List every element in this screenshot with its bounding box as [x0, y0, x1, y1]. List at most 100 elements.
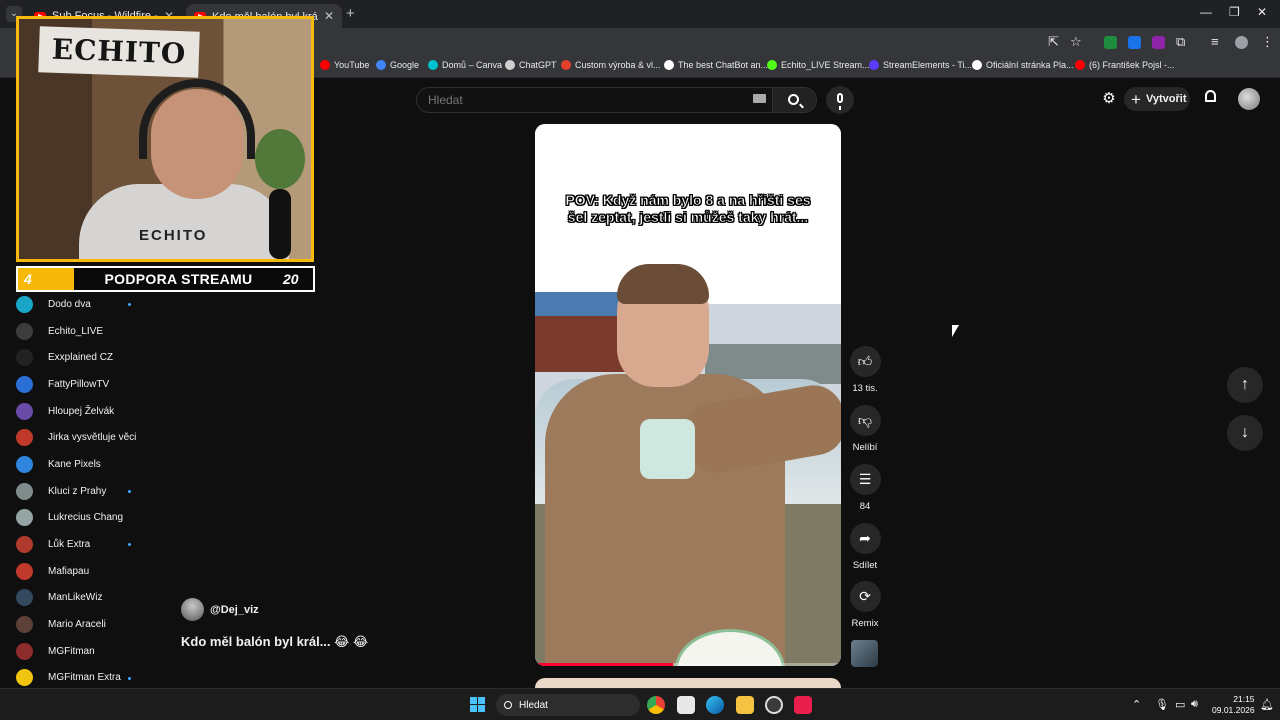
- bookmark-streamelements[interactable]: StreamElements - Ti...: [869, 60, 972, 70]
- new-tab-plus-icon[interactable]: +: [346, 5, 355, 22]
- volume-icon[interactable]: 🔊︎: [1191, 698, 1198, 711]
- sidebar-subscription-item[interactable]: Lukrecius Chang: [14, 505, 154, 532]
- notification-center-icon[interactable]: 🔔︎: [1260, 698, 1274, 711]
- tab-close-icon[interactable]: ✕: [324, 9, 334, 23]
- search-input[interactable]: [417, 88, 772, 112]
- install-app-icon[interactable]: ⇱: [1048, 34, 1059, 50]
- bookmark-star-icon[interactable]: ☆: [1070, 34, 1082, 50]
- bookmark-frantisek-pojsl[interactable]: (6) František Pojsl -...: [1075, 60, 1175, 70]
- sidebar-subscription-item[interactable]: Kluci z Prahy: [14, 478, 154, 505]
- tray-microphone-icon[interactable]: 🎙︎: [1155, 698, 1169, 711]
- sidebar-subscription-item[interactable]: Echito_LIVE: [14, 318, 154, 345]
- subscription-name: Lukrecius Chang: [48, 512, 124, 524]
- extension-translate-icon[interactable]: [1128, 36, 1141, 49]
- bookmark-custom-vyroba[interactable]: Custom výroba & vl...: [561, 60, 661, 70]
- voice-search-button[interactable]: [826, 86, 854, 114]
- minimize-icon[interactable]: —: [1200, 5, 1212, 19]
- short-video-player[interactable]: POV: Když nám bylo 8 a na hřišti ses šel…: [535, 124, 841, 666]
- bookmark-google[interactable]: Google: [376, 60, 419, 70]
- browser-menu-icon[interactable]: ⋮: [1261, 34, 1274, 50]
- notifications-bell-icon[interactable]: [1203, 90, 1219, 106]
- account-avatar[interactable]: [1238, 88, 1260, 110]
- search-input-wrap: [416, 87, 773, 113]
- channel-handle[interactable]: @Dej_viz: [210, 604, 259, 616]
- bookmark-canva[interactable]: Domů – Canva: [428, 60, 502, 70]
- channel-avatar: [16, 402, 33, 420]
- bookmark-label: Custom výroba & vl...: [575, 60, 661, 70]
- bookmark-label: Domů – Canva: [442, 60, 503, 70]
- bookmark-label: Echito_LIVE Stream...: [781, 60, 870, 70]
- share-button[interactable]: ➦ Sdílet: [842, 523, 888, 571]
- extension-purple-icon[interactable]: [1152, 36, 1165, 49]
- support-label: PODPORA STREAMU: [104, 271, 253, 287]
- video-progress-fill: [535, 663, 673, 666]
- file-explorer-icon[interactable]: [736, 696, 754, 714]
- store-app-icon[interactable]: [677, 696, 695, 714]
- sidebar-subscription-item[interactable]: ManLikeWiz: [14, 585, 154, 612]
- sidebar-subscription-item[interactable]: Mafiapau: [14, 558, 154, 585]
- subscription-name: Jirka vysvětluje věci: [48, 432, 137, 444]
- comments-button[interactable]: ☰ 84: [842, 464, 888, 512]
- media-control-icon[interactable]: ≡: [1211, 34, 1219, 49]
- maximize-icon[interactable]: ❐: [1229, 5, 1240, 19]
- new-content-dot: [128, 303, 131, 306]
- mouse-cursor-icon: [952, 325, 959, 337]
- remix-button[interactable]: ⟳ Remix: [842, 581, 888, 629]
- channel-avatar[interactable]: [181, 598, 204, 621]
- windows-start-icon[interactable]: [470, 697, 485, 712]
- tray-chevron-up-icon[interactable]: ⌃: [1132, 698, 1141, 711]
- remix-icon: ⟳: [849, 581, 881, 612]
- sidebar-subscription-item[interactable]: Jirka vysvětluje věci: [14, 424, 154, 451]
- sidebar-subscription-item[interactable]: Exxplained CZ: [14, 344, 154, 371]
- channel-avatar: [16, 509, 33, 527]
- bookmark-chatbot[interactable]: The best ChatBot an...: [664, 60, 768, 70]
- sidebar-subscription-item[interactable]: Lůk Extra: [14, 531, 154, 558]
- thumbs-up-icon: 👍︎: [849, 346, 881, 377]
- chatbot-icon: [664, 60, 674, 70]
- like-button[interactable]: 👍︎ 13 tis.: [842, 346, 888, 394]
- comment-count: 84: [859, 501, 871, 512]
- subscription-name: Lůk Extra: [48, 539, 91, 551]
- keyboard-icon[interactable]: [753, 94, 766, 103]
- system-clock[interactable]: 21:15 09.01.2026: [1212, 694, 1255, 716]
- profile-avatar-icon[interactable]: [1235, 36, 1248, 49]
- sound-thumbnail[interactable]: [851, 640, 878, 667]
- video-progress-bar[interactable]: [535, 663, 841, 666]
- channel-avatar: [16, 616, 33, 634]
- sidebar-subscription-item[interactable]: Mario Araceli: [14, 611, 154, 638]
- like-count: 13 tis.: [852, 383, 878, 394]
- clock-date: 09.01.2026: [1212, 705, 1255, 715]
- previous-short-button[interactable]: ↑: [1227, 367, 1263, 403]
- sidebar-subscription-item[interactable]: Kane Pixels: [14, 451, 154, 478]
- sidebar-subscription-item[interactable]: MGFitman: [14, 638, 154, 665]
- new-content-dot: [128, 676, 131, 680]
- extension-shield-icon[interactable]: [1104, 36, 1117, 49]
- edge-app-icon[interactable]: [706, 696, 724, 714]
- dislike-button[interactable]: 👎︎ Nelíbí: [842, 405, 888, 453]
- settings-gear-icon[interactable]: ⚙: [1101, 91, 1117, 107]
- sidebar-subscription-item[interactable]: Dodo dva: [14, 291, 154, 318]
- extensions-puzzle-icon[interactable]: ⧉: [1176, 34, 1185, 50]
- bookmark-kick[interactable]: Echito_LIVE Stream...: [767, 60, 870, 70]
- plant-decoration: [255, 129, 305, 189]
- network-icon[interactable]: ▭: [1175, 698, 1185, 711]
- kick-icon: [767, 60, 777, 70]
- sidebar-subscription-item[interactable]: Hloupej Želvák: [14, 398, 154, 425]
- create-button[interactable]: + Vytvořit: [1124, 87, 1190, 111]
- tiktok-app-icon[interactable]: [794, 696, 812, 714]
- subscription-name: Hloupej Želvák: [48, 405, 115, 417]
- bookmark-chatgpt[interactable]: ChatGPT: [505, 60, 557, 70]
- chrome-app-icon[interactable]: [647, 696, 665, 714]
- bookmark-playstation[interactable]: Oficiální stránka Pla...: [972, 60, 1074, 70]
- sidebar-subscription-item[interactable]: FattyPillowTV: [14, 371, 154, 398]
- bookmark-youtube[interactable]: YouTube: [320, 60, 369, 70]
- window-close-icon[interactable]: ✕: [1257, 5, 1267, 19]
- obs-app-icon[interactable]: [765, 696, 783, 714]
- new-content-dot: [128, 489, 131, 493]
- channel-avatar: [16, 669, 33, 687]
- next-short-button[interactable]: ↓: [1227, 415, 1263, 451]
- search-button[interactable]: [773, 87, 817, 113]
- search-icon: [504, 701, 512, 709]
- channel-info[interactable]: @Dej_viz: [181, 598, 259, 621]
- taskbar-search[interactable]: Hledat: [496, 694, 640, 716]
